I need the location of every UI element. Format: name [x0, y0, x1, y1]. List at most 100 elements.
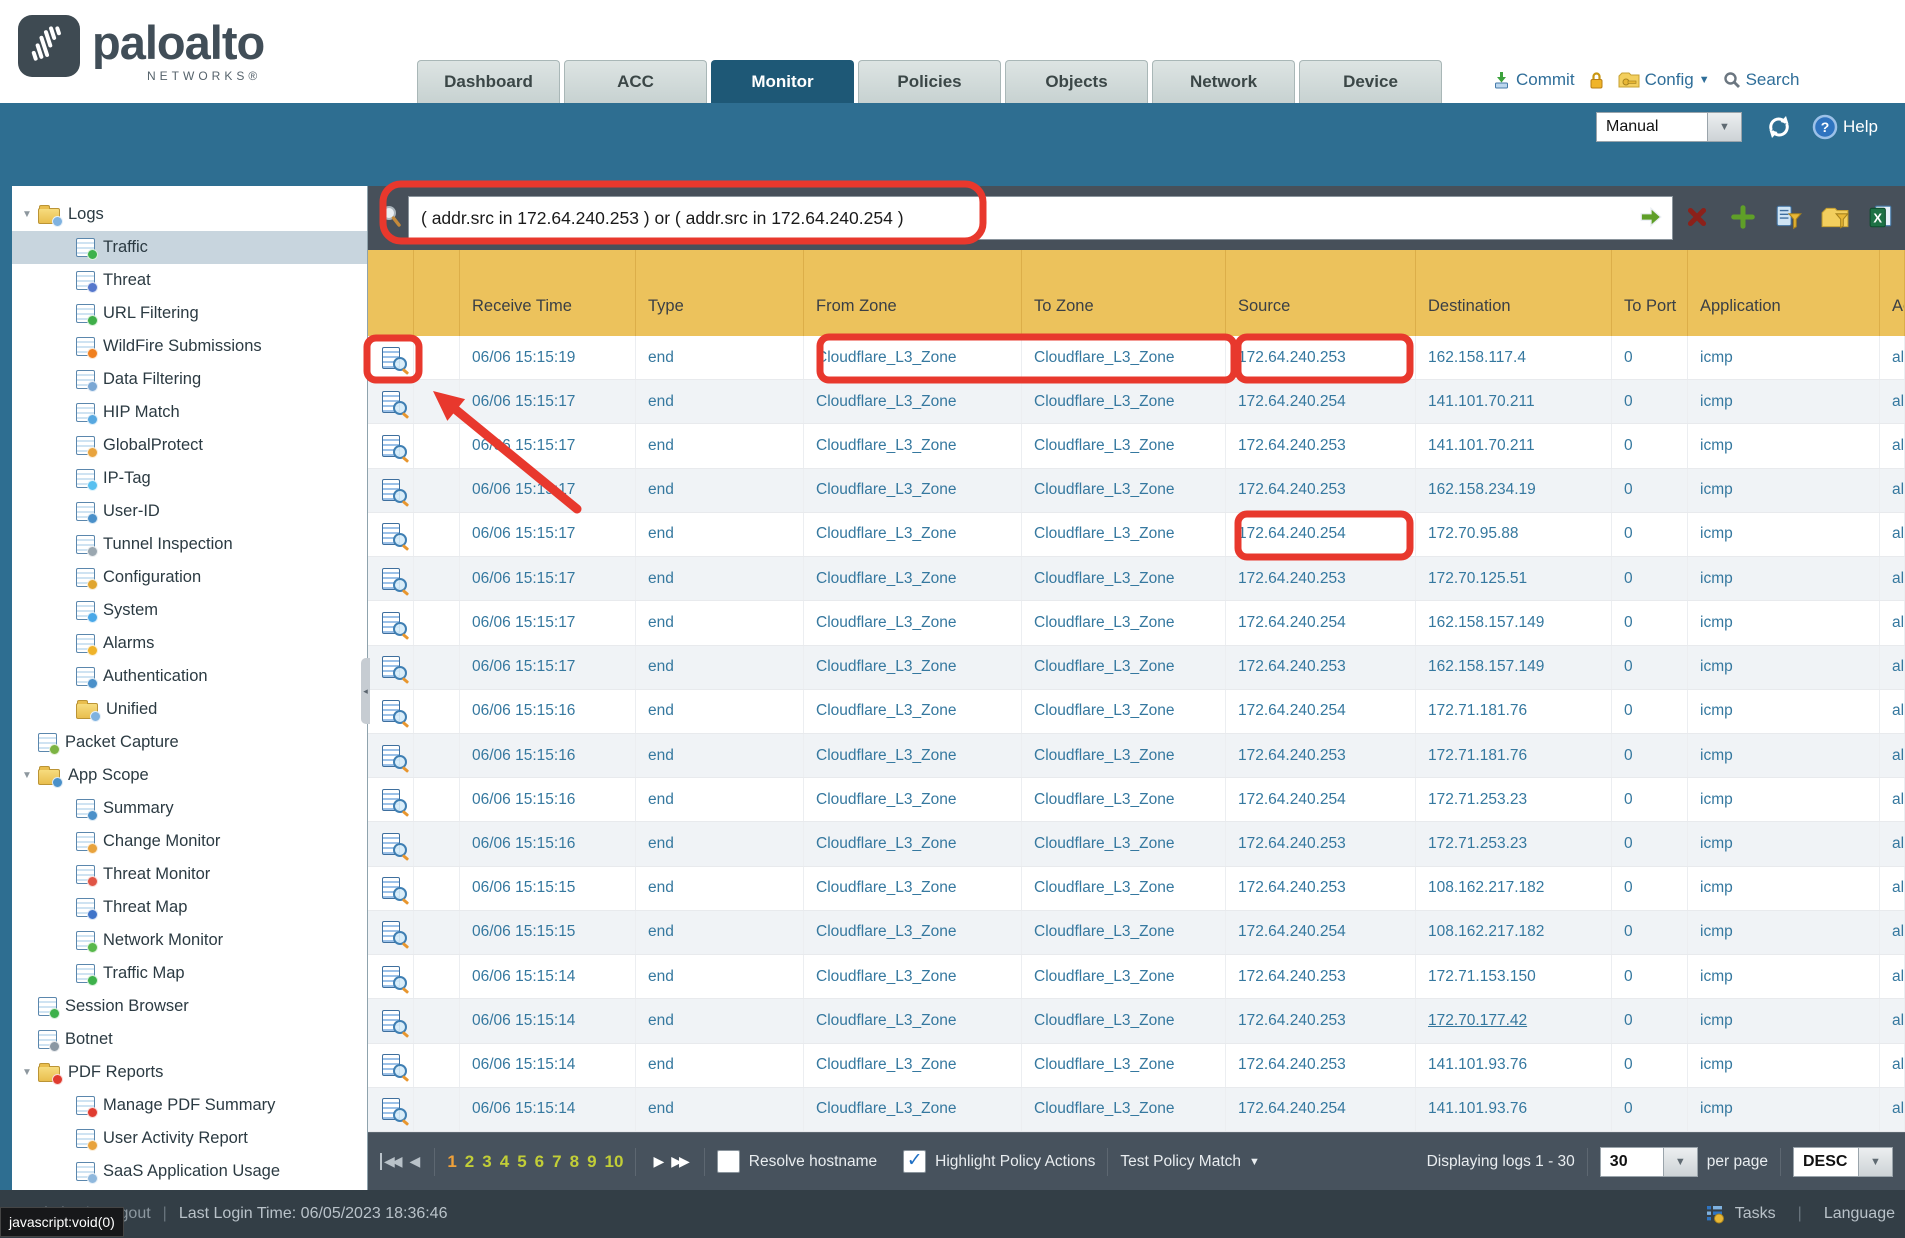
column-header-destination[interactable]: Destination [1416, 250, 1612, 336]
cell-value[interactable]: 172.64.240.253 [1238, 1056, 1346, 1074]
cell-value[interactable]: 172.70.125.51 [1428, 570, 1527, 588]
cell-value[interactable]: allow [1892, 923, 1905, 941]
cell-value[interactable]: 06/06 15:15:19 [472, 349, 575, 367]
cell-value[interactable]: 172.64.240.254 [1238, 525, 1346, 543]
last-page-button[interactable]: ▶▶ [666, 1153, 692, 1170]
cell-value[interactable]: 0 [1624, 349, 1633, 367]
cell-value[interactable]: end [648, 968, 674, 986]
cell-value[interactable]: end [648, 614, 674, 632]
cell-value[interactable]: allow [1892, 791, 1905, 809]
log-detail-icon[interactable] [382, 347, 400, 369]
cell-value[interactable]: 0 [1624, 1012, 1633, 1030]
cell-value[interactable]: 06/06 15:15:16 [472, 747, 575, 765]
filter-builder-button[interactable] [1771, 200, 1807, 234]
cell-value[interactable]: Cloudflare_L3_Zone [816, 525, 956, 543]
sidebar-item-user-id[interactable]: User-ID [12, 495, 367, 528]
log-filter-input[interactable] [408, 196, 1673, 240]
log-row-6[interactable]: 06/06 15:15:17endCloudflare_L3_ZoneCloud… [368, 557, 1905, 601]
cell-value[interactable]: Cloudflare_L3_Zone [816, 1100, 956, 1118]
sidebar-item-threat[interactable]: Threat [12, 264, 367, 297]
tab-monitor[interactable]: Monitor [711, 60, 854, 103]
cell-value[interactable]: Cloudflare_L3_Zone [816, 481, 956, 499]
sidebar-item-logs[interactable]: ▼Logs [12, 198, 367, 231]
sidebar-item-packet-capture[interactable]: Packet Capture [12, 726, 367, 759]
cell-value[interactable]: 06/06 15:15:17 [472, 525, 575, 543]
cell-value[interactable]: end [648, 923, 674, 941]
cell-value[interactable]: end [648, 570, 674, 588]
page-2[interactable]: 2 [465, 1152, 474, 1172]
log-detail-icon[interactable] [382, 612, 400, 634]
cell-value[interactable]: 06/06 15:15:17 [472, 393, 575, 411]
log-row-18[interactable]: 06/06 15:15:14endCloudflare_L3_ZoneCloud… [368, 1088, 1905, 1132]
cell-value[interactable]: icmp [1700, 968, 1733, 986]
cell-value[interactable]: 172.71.253.23 [1428, 835, 1527, 853]
sidebar-item-globalprotect[interactable]: GlobalProtect [12, 429, 367, 462]
column-header-to-port[interactable]: To Port [1612, 250, 1688, 336]
cell-value[interactable]: 0 [1624, 614, 1633, 632]
cell-value[interactable]: 0 [1624, 570, 1633, 588]
cell-value[interactable]: allow [1892, 658, 1905, 676]
log-detail-icon[interactable] [382, 1010, 400, 1032]
sidebar-item-url-filtering[interactable]: URL Filtering [12, 297, 367, 330]
cell-value[interactable]: end [648, 702, 674, 720]
log-row-7[interactable]: 06/06 15:15:17endCloudflare_L3_ZoneCloud… [368, 601, 1905, 645]
sidebar-item-traffic-map[interactable]: Traffic Map [12, 957, 367, 990]
resolve-hostname-checkbox[interactable] [717, 1150, 740, 1173]
cell-value[interactable]: Cloudflare_L3_Zone [1034, 481, 1174, 499]
expander-icon[interactable]: ▼ [16, 209, 38, 220]
cell-value[interactable]: Cloudflare_L3_Zone [1034, 525, 1174, 543]
column-header-source[interactable]: Source [1226, 250, 1416, 336]
page-4[interactable]: 4 [500, 1152, 509, 1172]
page-8[interactable]: 8 [570, 1152, 579, 1172]
cell-value[interactable]: 162.158.157.149 [1428, 658, 1544, 676]
cell-value[interactable]: end [648, 1012, 674, 1030]
cell-value[interactable]: 172.64.240.254 [1238, 923, 1346, 941]
sidebar-item-configuration[interactable]: Configuration [12, 561, 367, 594]
column-header-to-zone[interactable]: To Zone [1022, 250, 1226, 336]
cell-value[interactable]: Cloudflare_L3_Zone [1034, 658, 1174, 676]
cell-value[interactable]: 06/06 15:15:14 [472, 1012, 575, 1030]
cell-value[interactable]: Cloudflare_L3_Zone [1034, 835, 1174, 853]
cell-value[interactable]: allow [1892, 1100, 1905, 1118]
sidebar-item-change-monitor[interactable]: Change Monitor [12, 825, 367, 858]
cell-value[interactable]: 172.64.240.253 [1238, 570, 1346, 588]
cell-value[interactable]: 06/06 15:15:17 [472, 437, 575, 455]
cell-value[interactable]: 172.71.253.23 [1428, 791, 1527, 809]
cell-value[interactable]: icmp [1700, 614, 1733, 632]
cell-value[interactable]: end [648, 1056, 674, 1074]
sidebar-item-alarms[interactable]: Alarms [12, 627, 367, 660]
cell-value[interactable]: Cloudflare_L3_Zone [1034, 1012, 1174, 1030]
sidebar-item-network-monitor[interactable]: Network Monitor [12, 924, 367, 957]
sidebar-item-wildfire-submissions[interactable]: WildFire Submissions [12, 330, 367, 363]
cell-value[interactable]: allow [1892, 481, 1905, 499]
log-row-11[interactable]: 06/06 15:15:16endCloudflare_L3_ZoneCloud… [368, 778, 1905, 822]
column-header-application[interactable]: Application [1688, 250, 1880, 336]
cell-value[interactable]: 0 [1624, 968, 1633, 986]
cell-value[interactable]: Cloudflare_L3_Zone [1034, 923, 1174, 941]
cell-value[interactable]: 172.64.240.254 [1238, 791, 1346, 809]
cell-value[interactable]: 162.158.117.4 [1428, 349, 1526, 367]
cell-value[interactable]: Cloudflare_L3_Zone [1034, 437, 1174, 455]
cell-value[interactable]: icmp [1700, 879, 1733, 897]
help-button[interactable]: ? Help [1812, 114, 1878, 140]
expander-icon[interactable]: ▼ [16, 1067, 38, 1078]
cell-value[interactable]: 06/06 15:15:17 [472, 614, 575, 632]
sidebar-collapse-handle[interactable]: ◂ [361, 658, 370, 724]
previous-page-button[interactable]: ◀ [405, 1153, 423, 1170]
cell-value[interactable]: 172.64.240.253 [1238, 747, 1346, 765]
export-csv-button[interactable]: X [1863, 200, 1899, 234]
cell-value[interactable]: allow [1892, 393, 1905, 411]
cell-value[interactable]: Cloudflare_L3_Zone [1034, 879, 1174, 897]
cell-value[interactable]: 06/06 15:15:14 [472, 1100, 575, 1118]
cell-value[interactable]: allow [1892, 702, 1905, 720]
log-row-12[interactable]: 06/06 15:15:16endCloudflare_L3_ZoneCloud… [368, 822, 1905, 866]
cell-value[interactable]: Cloudflare_L3_Zone [1034, 393, 1174, 411]
sort-order-dropdown-icon[interactable]: ▼ [1859, 1147, 1893, 1177]
cell-value[interactable]: 06/06 15:15:17 [472, 481, 575, 499]
cell-value[interactable]: icmp [1700, 702, 1733, 720]
sidebar-item-threat-map[interactable]: Threat Map [12, 891, 367, 924]
cell-value[interactable]: allow [1892, 835, 1905, 853]
log-row-9[interactable]: 06/06 15:15:16endCloudflare_L3_ZoneCloud… [368, 690, 1905, 734]
log-row-13[interactable]: 06/06 15:15:15endCloudflare_L3_ZoneCloud… [368, 867, 1905, 911]
cell-value[interactable]: allow [1892, 879, 1905, 897]
